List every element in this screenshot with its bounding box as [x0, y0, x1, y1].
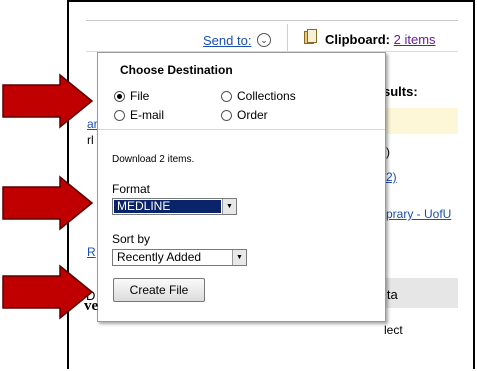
send-to-link[interactable]: Send to:	[203, 33, 251, 48]
results-heading-fragment: sults:	[383, 84, 418, 99]
dropdown-arrow-icon[interactable]: ▼	[222, 199, 236, 214]
popup-divider	[98, 129, 385, 130]
dropdown-arrow-icon[interactable]: ▼	[232, 250, 246, 265]
result-link-fragment-r[interactable]: R	[87, 245, 96, 259]
download-count-text: Download 2 items.	[112, 154, 195, 165]
sort-by-select-value: Recently Added	[117, 250, 202, 264]
radio-order-label: Order	[237, 108, 268, 122]
choose-destination-popup: Choose Destination File Collections E-ma…	[97, 52, 386, 322]
radio-email-label: E-mail	[130, 108, 165, 122]
radio-email[interactable]	[114, 110, 125, 121]
clipboard-label: Clipboard: 2 items	[325, 32, 436, 47]
top-divider	[86, 20, 458, 21]
create-file-button[interactable]: Create File	[113, 278, 205, 302]
format-select[interactable]: MEDLINE ▼	[112, 198, 237, 215]
radio-collections-label: Collections	[237, 89, 296, 103]
result-link-fragment-2[interactable]: 2)	[386, 170, 397, 184]
format-label: Format	[112, 182, 151, 196]
library-link-fragment[interactable]: prary - UofU	[386, 207, 451, 221]
red-arrow-icon	[2, 175, 94, 231]
left-cut-text: ve	[84, 298, 99, 314]
table-header-label: ita	[384, 287, 398, 302]
header-separator	[287, 24, 288, 51]
clipboard-items-link[interactable]: 2 items	[394, 32, 436, 47]
chevron-down-icon[interactable]: ⌄	[257, 33, 271, 47]
popup-title: Choose Destination	[120, 63, 233, 77]
sort-by-select[interactable]: Recently Added ▼	[112, 249, 247, 266]
radio-order[interactable]	[221, 110, 232, 121]
format-select-value: MEDLINE	[114, 200, 221, 213]
radio-collections[interactable]	[221, 91, 232, 102]
highlight-band	[385, 108, 458, 134]
result-paren-fragment: )	[386, 145, 390, 159]
sort-by-label: Sort by	[112, 232, 151, 246]
radio-file[interactable]	[114, 91, 125, 102]
result-text-fragment: rl	[87, 133, 94, 147]
clipboard-icon	[304, 29, 317, 44]
red-arrow-icon	[2, 73, 94, 129]
red-arrow-icon	[2, 264, 94, 320]
radio-file-label: File	[130, 89, 150, 103]
select-fragment: lect	[384, 323, 403, 337]
